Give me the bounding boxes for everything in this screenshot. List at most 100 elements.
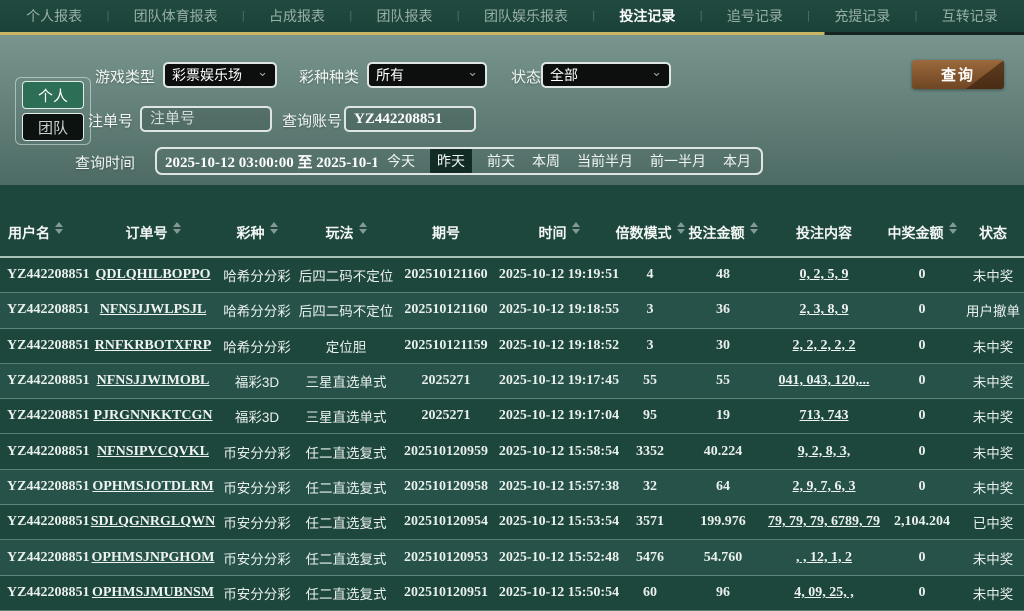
- cell-issue: 202510120951: [404, 584, 488, 600]
- nav-tab-1[interactable]: 个人报表: [26, 6, 82, 26]
- cell-order_id: QDLQHILBOPPO: [90, 267, 216, 283]
- sort-icon: [948, 221, 957, 234]
- lottery-kind-select[interactable]: 所有 ⌄: [367, 62, 487, 88]
- game-type-value: 彩票娱乐场: [172, 67, 242, 83]
- nav-tab-7[interactable]: 追号记录: [727, 6, 783, 26]
- cell-time: 2025-10-12 19:18:52: [498, 337, 620, 353]
- order_id-link[interactable]: NFNSIPVCQVKL: [97, 444, 209, 460]
- cell-username: YZ442208851: [7, 478, 90, 494]
- cell-multiplier: 3: [646, 337, 654, 353]
- order_id-link[interactable]: QDLQHILBOPPO: [95, 267, 210, 283]
- cell-play: 任二直选复式: [305, 480, 387, 496]
- quick-range-button[interactable]: 本周: [530, 150, 562, 172]
- quick-range-group: 今天 昨天 前天 本周 当前半月 前一半月 本月: [385, 149, 753, 173]
- cell-lottery: 哈希分分彩: [223, 339, 291, 355]
- order-no-input[interactable]: [140, 106, 272, 132]
- cell-order_id: SDLQGNRGLQWN: [90, 514, 216, 530]
- column-header-issue[interactable]: 期号: [394, 223, 498, 243]
- cell-time: 2025-10-12 15:50:54: [498, 584, 620, 600]
- nav-tab-6[interactable]: 投注记录: [619, 6, 675, 26]
- nav-tab-8[interactable]: 充提记录: [834, 6, 890, 26]
- nav-divider: |: [106, 10, 110, 22]
- bet_content-link[interactable]: 2, 9, 7, 6, 3: [793, 479, 856, 495]
- bet_content-link[interactable]: , , 12, 1, 2: [796, 550, 852, 566]
- cell-win_amount: 2,104.204: [894, 514, 950, 530]
- cell-lottery: 福彩3D: [234, 375, 280, 391]
- cell-status: 用户撤单: [966, 304, 1020, 320]
- quick-range-button[interactable]: 昨天: [430, 149, 472, 173]
- bet_content-link[interactable]: 79, 79, 79, 6789, 79: [768, 514, 880, 530]
- game-type-select[interactable]: 彩票娱乐场 ⌄: [163, 62, 277, 88]
- bet_content-link[interactable]: 4, 09, 25, ,: [794, 585, 854, 601]
- nav-divider: |: [592, 10, 596, 22]
- cell-bet_content: 9, 2, 8, 3,: [766, 444, 882, 460]
- cell-username: YZ442208851: [7, 337, 90, 353]
- column-header-play[interactable]: 玩法: [298, 221, 394, 243]
- quick-range-button[interactable]: 本月: [721, 150, 753, 172]
- cell-username: YZ442208851: [7, 267, 90, 283]
- sort-icon: [749, 221, 758, 234]
- quick-range-button[interactable]: 当前半月: [575, 150, 635, 172]
- cell-lottery: 哈希分分彩: [223, 269, 291, 285]
- bet_content-link[interactable]: 0, 2, 5, 9: [800, 267, 849, 283]
- column-header-status[interactable]: 状态: [962, 223, 1024, 243]
- cell-bet_content: 0, 2, 5, 9: [766, 267, 882, 283]
- column-header-lottery[interactable]: 彩种: [216, 221, 298, 243]
- cell-order_id: PJRGNNKKTCGN: [90, 408, 216, 424]
- status-select[interactable]: 全部 ⌄: [541, 62, 671, 88]
- column-header-bet_content[interactable]: 投注内容: [766, 223, 882, 243]
- order_id-link[interactable]: SDLQGNRGLQWN: [91, 514, 215, 530]
- column-header-bet_amount[interactable]: 投注金额: [680, 221, 766, 243]
- team-scope-button[interactable]: 团队: [22, 113, 84, 141]
- top-nav: 个人报表 | 团队体育报表 | 占成报表 | 团队报表 | 团队娱乐报表 | 投注记录 | 追号记录 | 充…: [0, 0, 1024, 32]
- column-header-order_id[interactable]: 订单号: [90, 221, 216, 243]
- quick-range-button[interactable]: 前天: [485, 150, 517, 172]
- nav-tab-2[interactable]: 团队体育报表: [134, 6, 218, 26]
- order_id-link[interactable]: RNFKRBOTXFRP: [95, 338, 212, 354]
- date-range-input[interactable]: 2025-10-12 03:00:00 至 2025-10-13 03:00:0…: [165, 151, 377, 172]
- cell-time: 2025-10-12 19:19:51: [498, 267, 620, 283]
- cell-play: 任二直选复式: [305, 516, 387, 532]
- account-input[interactable]: [344, 106, 476, 132]
- order_id-link[interactable]: PJRGNNKKTCGN: [94, 408, 213, 424]
- cell-bet_amount: 199.976: [700, 514, 746, 530]
- column-header-win_amount[interactable]: 中奖金额: [882, 221, 962, 243]
- lottery-kind-label: 彩种种类: [299, 69, 360, 86]
- order_id-link[interactable]: OPHMSJMUBNSM: [92, 585, 214, 601]
- order_id-link[interactable]: NFNSJJWLPSJL: [100, 302, 207, 318]
- cell-time: 2025-10-12 19:17:04: [498, 408, 620, 424]
- cell-status: 未中奖: [972, 339, 1014, 355]
- bet_content-link[interactable]: 2, 3, 8, 9: [800, 302, 849, 318]
- sort-icon: [571, 221, 580, 234]
- bet_content-link[interactable]: 2, 2, 2, 2, 2: [793, 338, 856, 354]
- table-body: YZ442208851 QDLQHILBOPPO 哈希分分彩 后四二码不定位 20251…: [0, 258, 1024, 611]
- personal-scope-button[interactable]: 个人: [22, 81, 84, 109]
- cell-multiplier: 32: [643, 478, 657, 494]
- cell-issue: 202510121160: [404, 267, 488, 283]
- cell-status: 未中奖: [972, 410, 1014, 426]
- order_id-link[interactable]: NFNSJJWIMOBL: [97, 373, 210, 389]
- column-header-username[interactable]: 用户名: [0, 221, 90, 243]
- nav-tab-4[interactable]: 团队报表: [377, 6, 433, 26]
- order_id-link[interactable]: OPHMSJOTDLRM: [92, 479, 213, 495]
- column-header-label: 期号: [432, 224, 460, 241]
- quick-range-button[interactable]: 前一半月: [648, 150, 708, 172]
- cell-play: 三星直选单式: [305, 410, 387, 426]
- cell-issue: 202510121159: [404, 337, 488, 353]
- query-button[interactable]: 查询: [912, 60, 1004, 89]
- order_id-link[interactable]: OPHMSJNPGHOM: [92, 550, 215, 566]
- bet_content-link[interactable]: 9, 2, 8, 3,: [798, 444, 851, 460]
- quick-range-button[interactable]: 今天: [385, 150, 417, 172]
- cell-bet_content: 713, 743: [766, 408, 882, 424]
- column-header-multiplier[interactable]: 倍数模式: [616, 221, 685, 243]
- nav-tab-5[interactable]: 团队娱乐报表: [484, 6, 568, 26]
- cell-multiplier: 3: [646, 302, 654, 318]
- nav-tab-3[interactable]: 占成报表: [269, 6, 325, 26]
- column-header-time[interactable]: 时间: [498, 221, 620, 243]
- cell-order_id: OPHMSJNPGHOM: [90, 550, 216, 566]
- cell-issue: 2025271: [421, 373, 471, 389]
- nav-tab-9[interactable]: 互转记录: [942, 6, 998, 26]
- bet_content-link[interactable]: 713, 743: [800, 408, 849, 424]
- bet_content-link[interactable]: 041, 043, 120,...: [779, 373, 870, 389]
- cell-bet_content: 79, 79, 79, 6789, 79: [766, 514, 882, 530]
